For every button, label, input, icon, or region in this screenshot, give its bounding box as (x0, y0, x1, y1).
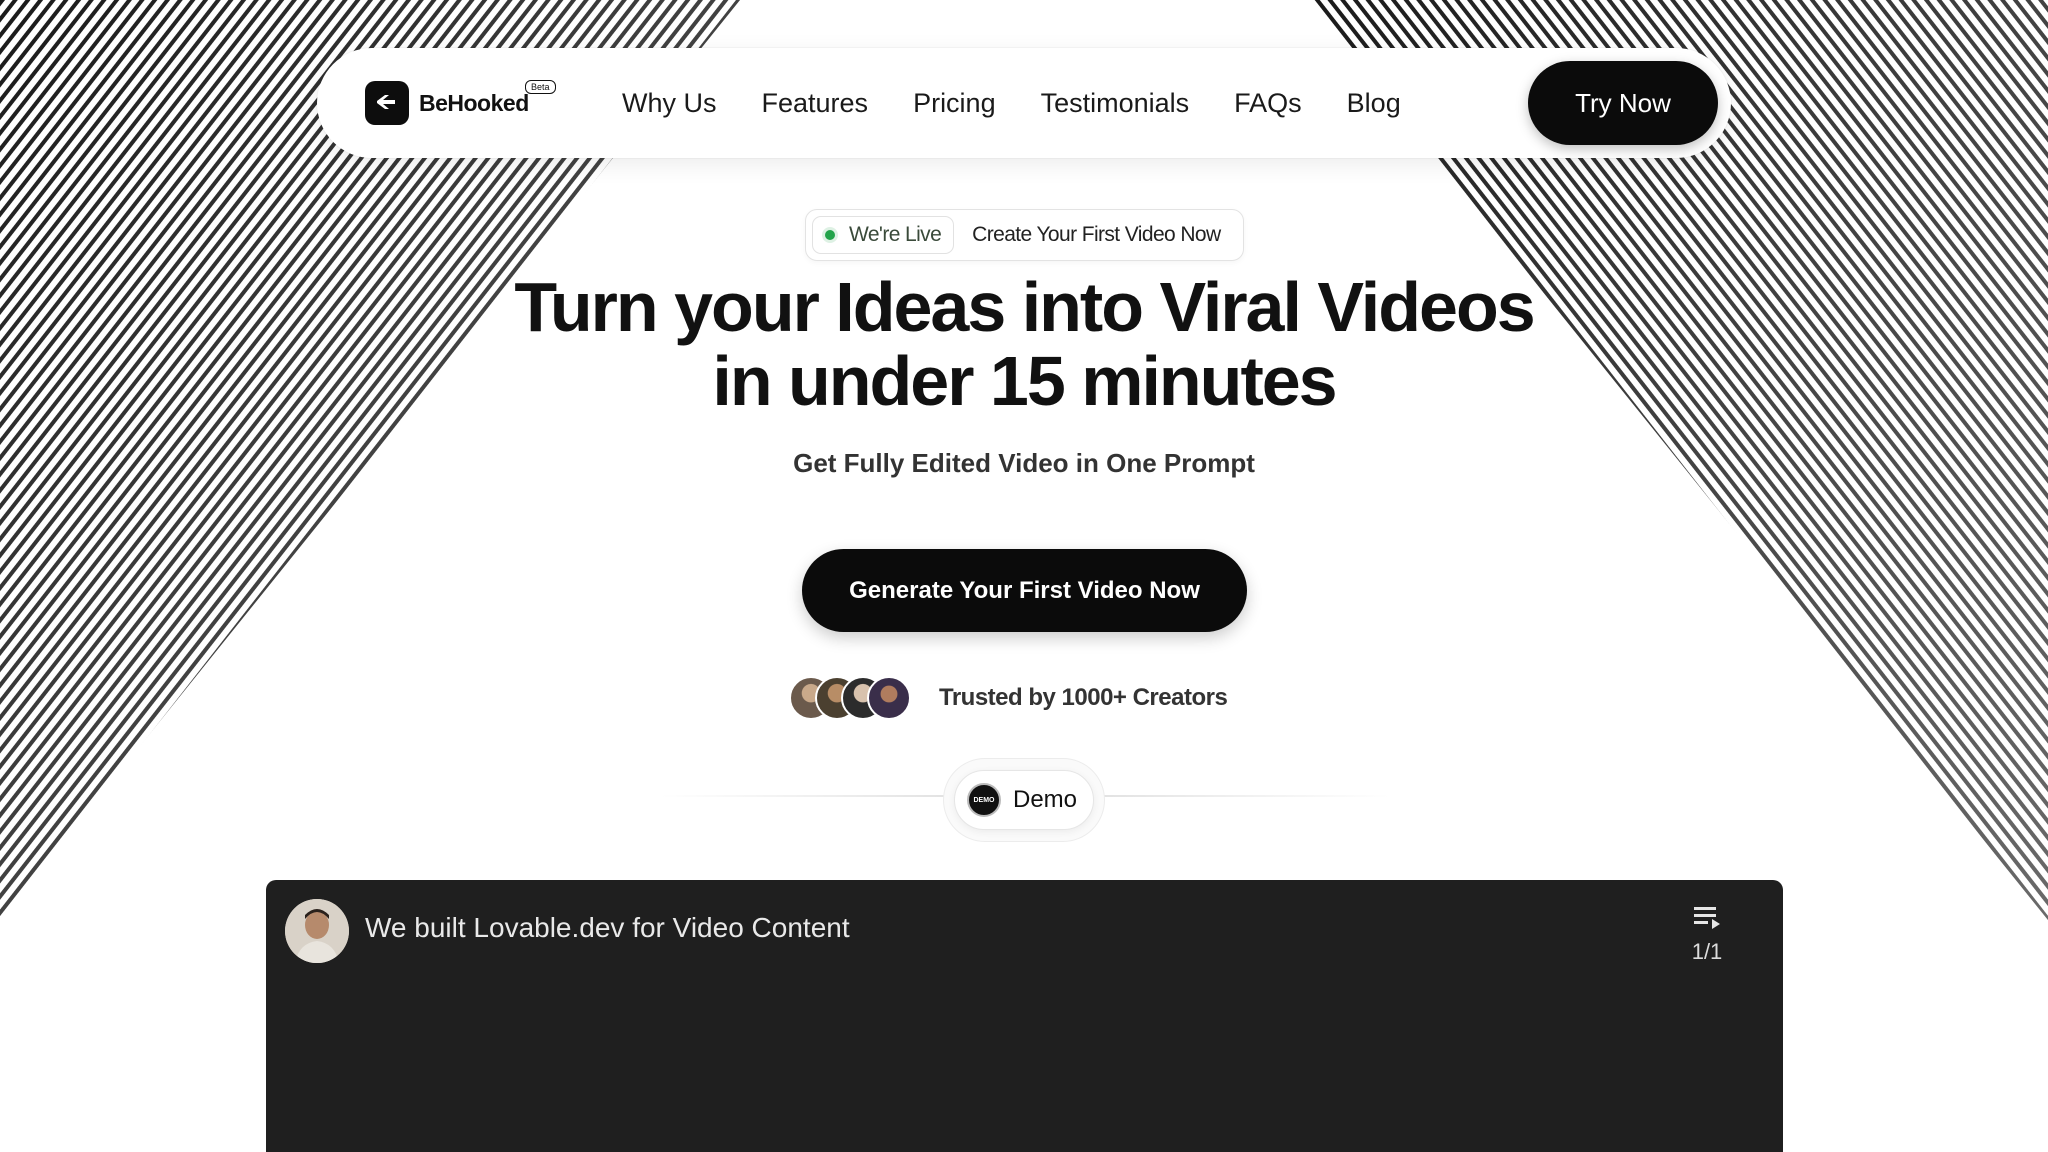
playlist-count: 1/1 (1691, 939, 1723, 964)
nav-link-pricing[interactable]: Pricing (913, 88, 996, 119)
demo-icon: DEMO (967, 783, 1001, 817)
live-status-dot-icon (825, 230, 835, 240)
generate-video-button[interactable]: Generate Your First Video Now (802, 549, 1247, 632)
beta-badge: Beta (525, 80, 556, 94)
brand-name: BeHooked (419, 89, 529, 116)
nav-link-blog[interactable]: Blog (1347, 88, 1401, 119)
hero-title-line-2: in under 15 minutes (712, 342, 1337, 420)
behooked-logo-icon (365, 81, 409, 125)
playlist-button[interactable]: 1/1 (1687, 904, 1727, 965)
nav-links: Why Us Features Pricing Testimonials FAQ… (622, 48, 1446, 158)
nav-link-testimonials[interactable]: Testimonials (1041, 88, 1190, 119)
try-now-button[interactable]: Try Now (1528, 61, 1718, 145)
nav-link-faqs[interactable]: FAQs (1234, 88, 1302, 119)
avatar (867, 676, 911, 720)
video-title[interactable]: We built Lovable.dev for Video Content (365, 912, 850, 944)
demo-label: Demo (1013, 786, 1078, 813)
nav-link-why-us[interactable]: Why Us (622, 88, 717, 119)
brand-logo-link[interactable]: BeHooked Beta (365, 80, 556, 125)
hero-subtitle: Get Fully Edited Video in One Prompt (793, 448, 1255, 478)
nav-link-features[interactable]: Features (762, 88, 869, 119)
live-cta-text[interactable]: Create Your First Video Now (972, 223, 1221, 247)
live-announcement-pill[interactable]: We're Live Create Your First Video Now (805, 209, 1244, 261)
live-tag: We're Live (812, 216, 955, 254)
trusted-by-row: Trusted by 1000+ Creators (789, 675, 1228, 721)
trusted-by-text: Trusted by 1000+ Creators (939, 684, 1228, 711)
demo-video-player[interactable]: We built Lovable.dev for Video Content 1… (266, 880, 1783, 1152)
demo-divider-left (660, 795, 950, 797)
creator-avatars (789, 676, 911, 720)
live-tag-label: We're Live (849, 223, 942, 246)
demo-pill[interactable]: DEMO Demo (954, 770, 1094, 830)
hero-title-line-1: Turn your Ideas into Viral Videos (514, 268, 1535, 346)
playlist-icon (1692, 907, 1722, 936)
top-navbar: BeHooked Beta Why Us Features Pricing Te… (317, 48, 1731, 158)
hero-title: Turn your Ideas into Viral Videos in und… (0, 270, 2048, 418)
channel-avatar[interactable] (285, 899, 349, 963)
demo-divider-right (1100, 795, 1390, 797)
